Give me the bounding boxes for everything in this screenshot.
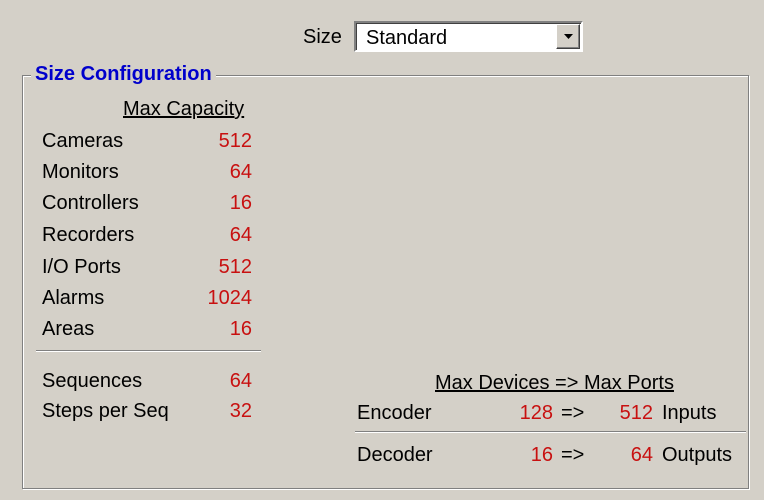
row-label: Sequences [42,370,143,392]
max-devices-value: 128 [519,402,553,424]
max-ports-value: 64 [630,444,653,466]
chevron-down-icon [563,34,573,39]
size-configuration-group [22,75,749,489]
row-label: Cameras [42,130,124,152]
divider [355,431,746,433]
row-value: 512 [218,256,252,278]
size-label: Size [303,26,342,48]
row-label: Monitors [42,161,119,183]
max-ports-value: 512 [619,402,653,424]
row-value: 32 [229,400,252,422]
port-unit: Outputs [662,444,733,466]
row-value: 16 [229,192,252,214]
row-value: 16 [229,318,252,340]
size-select[interactable]: Standard [354,21,583,52]
row-label: I/O Ports [42,256,121,278]
row-value: 512 [218,130,252,152]
group-title: Size Configuration [31,62,216,86]
row-label: Steps per Seq [42,400,169,422]
capacity-header: Max Capacity [123,98,245,120]
device-label: Encoder [357,402,432,424]
ports-header: Max Devices => Max Ports [435,372,674,394]
row-value: 64 [229,224,252,246]
row-label: Alarms [42,287,105,309]
row-label: Controllers [42,192,139,214]
row-value: 64 [229,370,252,392]
device-label: Decoder [357,444,433,466]
row-label: Recorders [42,224,135,246]
max-devices-value: 16 [530,444,553,466]
row-value: 64 [229,161,252,183]
divider [36,350,261,352]
size-select-dropdown-button[interactable] [556,24,580,49]
port-unit: Inputs [662,402,717,424]
size-select-value: Standard [366,27,448,49]
row-value: 1024 [207,287,253,309]
row-label: Areas [42,318,95,340]
